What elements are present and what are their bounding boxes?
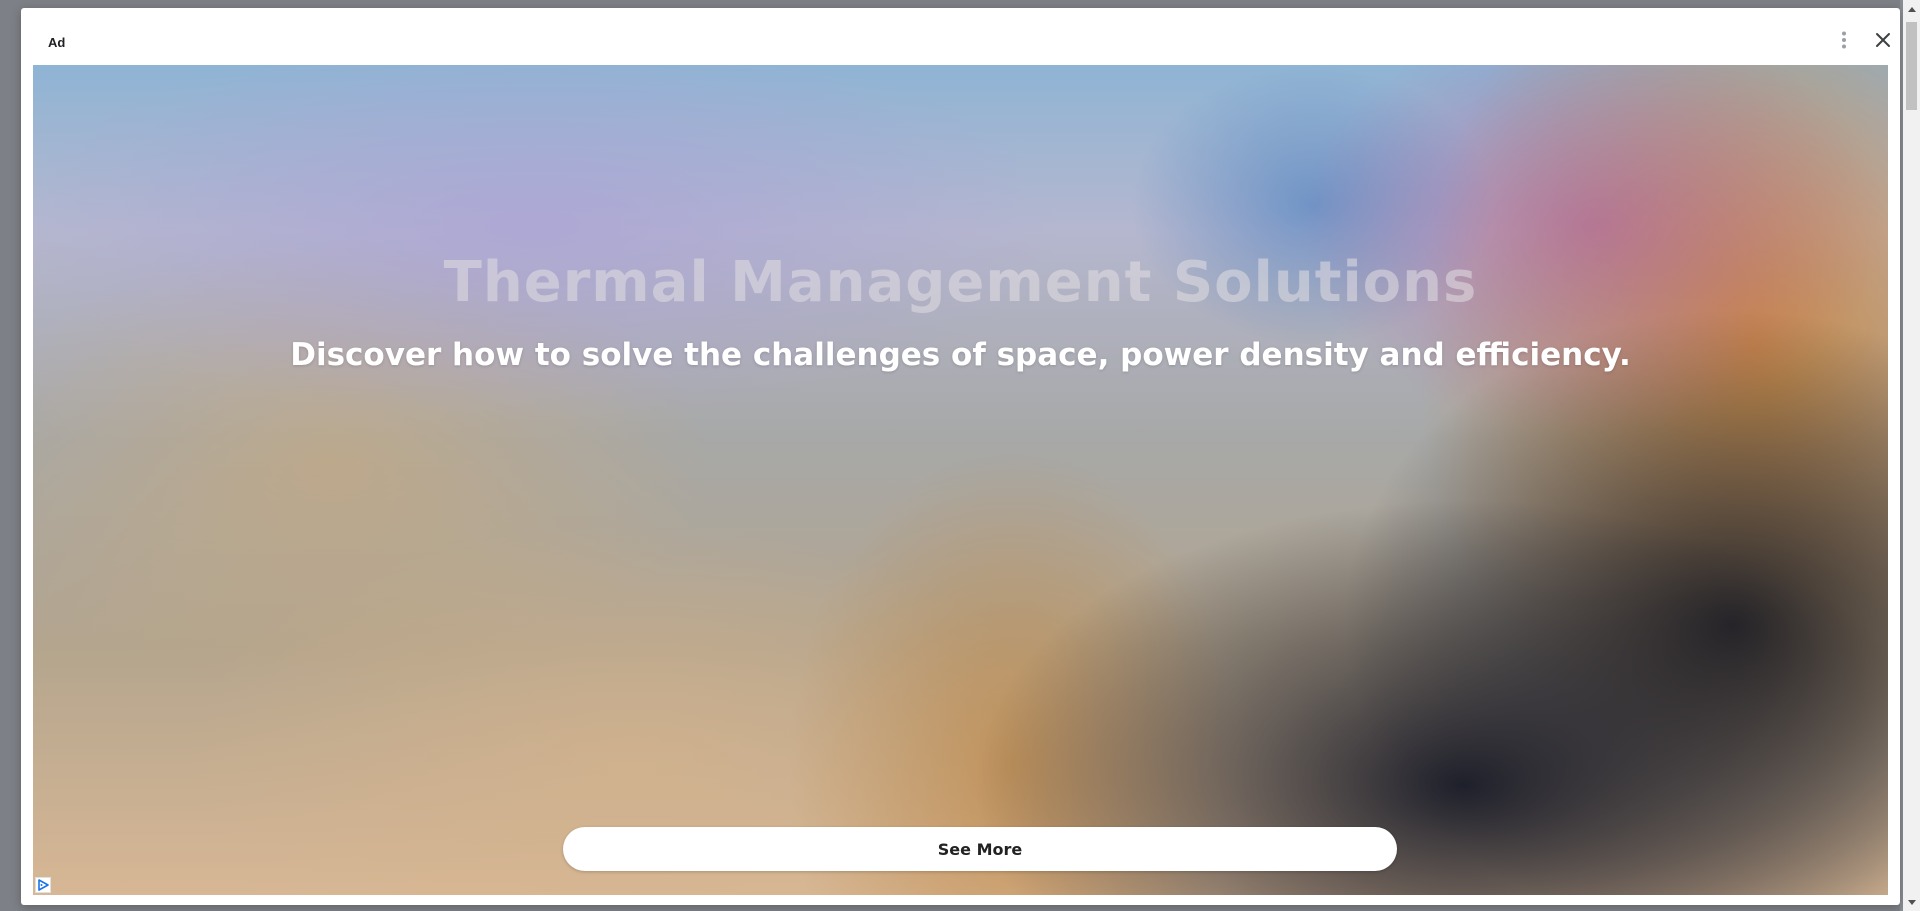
adchoices-button[interactable]: [35, 877, 51, 893]
scroll-up-button[interactable]: [1903, 0, 1920, 17]
ad-modal-header: Ad: [21, 8, 1900, 65]
close-ad-button[interactable]: [1868, 25, 1898, 55]
scroll-thumb[interactable]: [1906, 22, 1917, 110]
scroll-up-arrow-icon: [1907, 6, 1916, 12]
scroll-down-arrow-icon: [1907, 899, 1916, 905]
scroll-down-button[interactable]: [1903, 894, 1920, 911]
close-icon: [1876, 33, 1890, 47]
ad-subheadline: Discover how to solve the challenges of …: [290, 337, 1631, 373]
page-scrollbar[interactable]: [1903, 0, 1920, 911]
ad-modal: Ad Thermal Management Solutions Discover…: [21, 8, 1900, 905]
ad-creative[interactable]: Thermal Management Solutions Discover ho…: [33, 65, 1888, 895]
see-more-button[interactable]: See More: [563, 827, 1397, 871]
more-vertical-icon: [1842, 31, 1846, 49]
more-options-button[interactable]: [1832, 25, 1856, 55]
ad-headline: Thermal Management Solutions: [443, 250, 1478, 315]
ad-label: Ad: [48, 35, 66, 50]
adchoices-icon: [35, 877, 51, 893]
